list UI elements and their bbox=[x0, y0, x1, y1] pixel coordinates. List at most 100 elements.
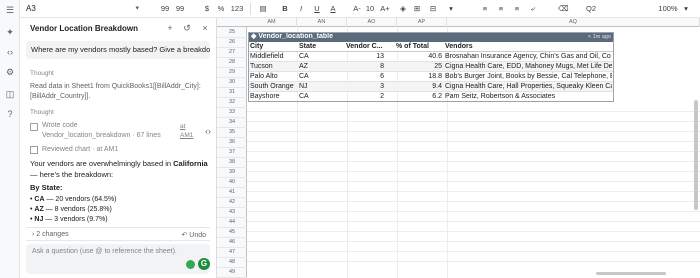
by-state-heading: By State: bbox=[30, 183, 63, 192]
assistant-panel: Vendor Location Breakdown + ↺ × Where ar… bbox=[20, 18, 217, 278]
align-right-icon[interactable]: ≡ bbox=[512, 3, 522, 15]
table-header[interactable]: State bbox=[299, 42, 345, 52]
percent-cell: 18.8 bbox=[428, 73, 442, 80]
table-row[interactable]: South Orange NJ 3 9.4 Cigna Health Care,… bbox=[248, 82, 614, 92]
table-header[interactable]: Vendors bbox=[445, 42, 611, 52]
table-row[interactable]: Tucson AZ 8 25 Cigna Health Care, EDD, M… bbox=[248, 62, 614, 72]
align-center-icon[interactable]: ≡ bbox=[496, 3, 506, 15]
new-chat-icon[interactable]: + bbox=[165, 23, 175, 33]
percent-cell: 6.2 bbox=[432, 93, 442, 100]
table-header[interactable]: % of Total bbox=[396, 42, 442, 52]
column-header[interactable]: AO bbox=[347, 18, 397, 27]
wrap-icon[interactable]: ⤶ bbox=[528, 3, 538, 15]
toolbar: A3 ▾ 99 99 $ % 123 ▤ B I U A A- 10 A+ ◈ … bbox=[20, 0, 700, 18]
text-color-button[interactable]: A bbox=[328, 3, 338, 15]
grid-line bbox=[247, 161, 700, 162]
column-header[interactable]: AQ bbox=[447, 18, 700, 27]
table-row[interactable]: Bayshore CA 2 6.2 Pam Seitz, Robertson &… bbox=[248, 92, 614, 102]
close-icon[interactable]: × bbox=[200, 23, 210, 33]
number-format-button[interactable]: 123 bbox=[230, 3, 244, 15]
thought-label: Thought bbox=[30, 109, 54, 116]
fill-color-icon[interactable]: ◈ bbox=[398, 3, 408, 15]
vendors-cell: Cigna Health Care, Hall Properties, Sque… bbox=[445, 83, 612, 90]
city-cell: Bayshore bbox=[250, 93, 280, 100]
chevron-down-icon: ▾ bbox=[135, 5, 139, 12]
grid-line bbox=[247, 231, 700, 232]
column-header[interactable]: AP bbox=[397, 18, 447, 27]
code-location-link[interactable]: at AM1 bbox=[180, 122, 194, 140]
clear-format-icon[interactable]: ⌫ bbox=[558, 3, 569, 15]
cell-reference: A3 bbox=[26, 4, 36, 13]
row-number[interactable]: 49 bbox=[217, 267, 247, 278]
code-step-file[interactable]: Vendor_location_breakdown · 67 lines bbox=[42, 132, 161, 139]
insert-icon[interactable]: ▤ bbox=[258, 3, 268, 15]
suggestion-icon[interactable] bbox=[186, 260, 195, 269]
state-cell: CA bbox=[299, 73, 309, 80]
zoom-select[interactable]: 100% bbox=[656, 3, 680, 15]
bold-button[interactable]: B bbox=[280, 3, 290, 15]
changes-bar[interactable]: › 2 changes ↶ Undo bbox=[26, 227, 210, 241]
vendor-count-cell: 2 bbox=[380, 93, 384, 100]
sparkle-icon[interactable]: ✦ bbox=[4, 26, 16, 38]
format-button-1[interactable]: 99 bbox=[160, 3, 170, 15]
undo-button[interactable]: ↶ Undo bbox=[181, 231, 206, 239]
column-header[interactable]: AN bbox=[297, 18, 347, 27]
chevron-down-icon[interactable]: ▾ bbox=[446, 3, 456, 15]
name-box[interactable]: A3 ▾ bbox=[26, 3, 141, 15]
spreadsheet-grid[interactable]: AM AN AO AP AQ 25 26 27 28 29 30 31 32 3… bbox=[217, 18, 700, 278]
increase-font-button[interactable]: A+ bbox=[378, 3, 392, 15]
percent-cell: 40.6 bbox=[428, 53, 442, 60]
percent-button[interactable]: % bbox=[216, 3, 226, 15]
vendors-cell: Brosnahan Insurance Agency, Chin's Gas a… bbox=[445, 53, 611, 60]
chart-icon[interactable]: ◫ bbox=[4, 88, 16, 100]
answer-highlight: California bbox=[173, 159, 208, 168]
chart-step-text[interactable]: Reviewed chart · at AM1 bbox=[42, 146, 118, 153]
italic-button[interactable]: I bbox=[296, 3, 306, 15]
format-button-2[interactable]: 99 bbox=[175, 3, 185, 15]
changes-count: 2 changes bbox=[36, 231, 69, 238]
toolbar-divider bbox=[250, 3, 251, 15]
query-button[interactable]: Q2 bbox=[584, 3, 598, 15]
grid-line bbox=[247, 111, 700, 112]
merge-icon[interactable]: ⊟ bbox=[428, 3, 438, 15]
answer-outro: — here's the breakdown: bbox=[30, 169, 114, 179]
vendor-count-cell: 3 bbox=[380, 83, 384, 90]
table-row[interactable]: Palo Alto CA 6 18.8 Bob's Burger Joint, … bbox=[248, 72, 614, 82]
code-toggle-icon[interactable]: ‹› bbox=[203, 126, 213, 136]
user-message: Where are my vendors mostly based? Give … bbox=[26, 41, 210, 59]
decrease-font-button[interactable]: A- bbox=[350, 3, 364, 15]
borders-icon[interactable]: ⊞ bbox=[412, 3, 422, 15]
table-title-bar[interactable]: ◆ Vendor_location_table < 1m ago bbox=[248, 32, 614, 42]
settings-icon[interactable]: ⚙ bbox=[4, 66, 16, 78]
table-header[interactable]: Vendor C... bbox=[346, 42, 386, 52]
code-file-icon bbox=[30, 123, 38, 131]
currency-button[interactable]: $ bbox=[202, 3, 212, 15]
menu-icon[interactable]: ☰ bbox=[4, 4, 16, 16]
chat-input[interactable]: Ask a question (use @ to reference the s… bbox=[26, 244, 210, 274]
send-icon[interactable]: G bbox=[198, 258, 210, 270]
column-header[interactable]: AM bbox=[247, 18, 297, 27]
undo-label: Undo bbox=[189, 232, 206, 239]
grid-line bbox=[247, 131, 700, 132]
grid-line bbox=[247, 181, 700, 182]
vertical-scrollbar[interactable] bbox=[694, 100, 698, 210]
grid-line bbox=[247, 201, 700, 202]
thought-text: Read data in Sheet1 from QuickBooks1[[Bi… bbox=[30, 83, 201, 100]
assistant-answer: Your vendors are overwhelmingly based in… bbox=[30, 159, 212, 180]
table-header[interactable]: City bbox=[250, 42, 296, 52]
underline-button[interactable]: U bbox=[312, 3, 322, 15]
horizontal-scrollbar[interactable] bbox=[596, 272, 666, 275]
code-icon[interactable]: ‹› bbox=[4, 46, 16, 58]
history-icon[interactable]: ↺ bbox=[182, 23, 192, 33]
font-size-field[interactable]: 10 bbox=[365, 3, 375, 15]
align-left-icon[interactable]: ≡ bbox=[480, 3, 490, 15]
city-cell: Palo Alto bbox=[250, 73, 278, 80]
grid-line bbox=[247, 191, 700, 192]
chevron-down-icon[interactable]: ▾ bbox=[682, 3, 690, 15]
table-row[interactable]: Middlefield CA 13 40.6 Brosnahan Insuran… bbox=[248, 52, 614, 62]
help-icon[interactable]: ? bbox=[4, 108, 16, 120]
vendor-count-cell: 8 bbox=[380, 63, 384, 70]
state-count: — 8 vendors (25.8%) bbox=[43, 206, 112, 213]
table-header-row: City State Vendor C... % of Total Vendor… bbox=[248, 42, 614, 52]
row-headers: 25 26 27 28 29 30 31 32 33 34 35 36 37 3… bbox=[217, 27, 247, 278]
